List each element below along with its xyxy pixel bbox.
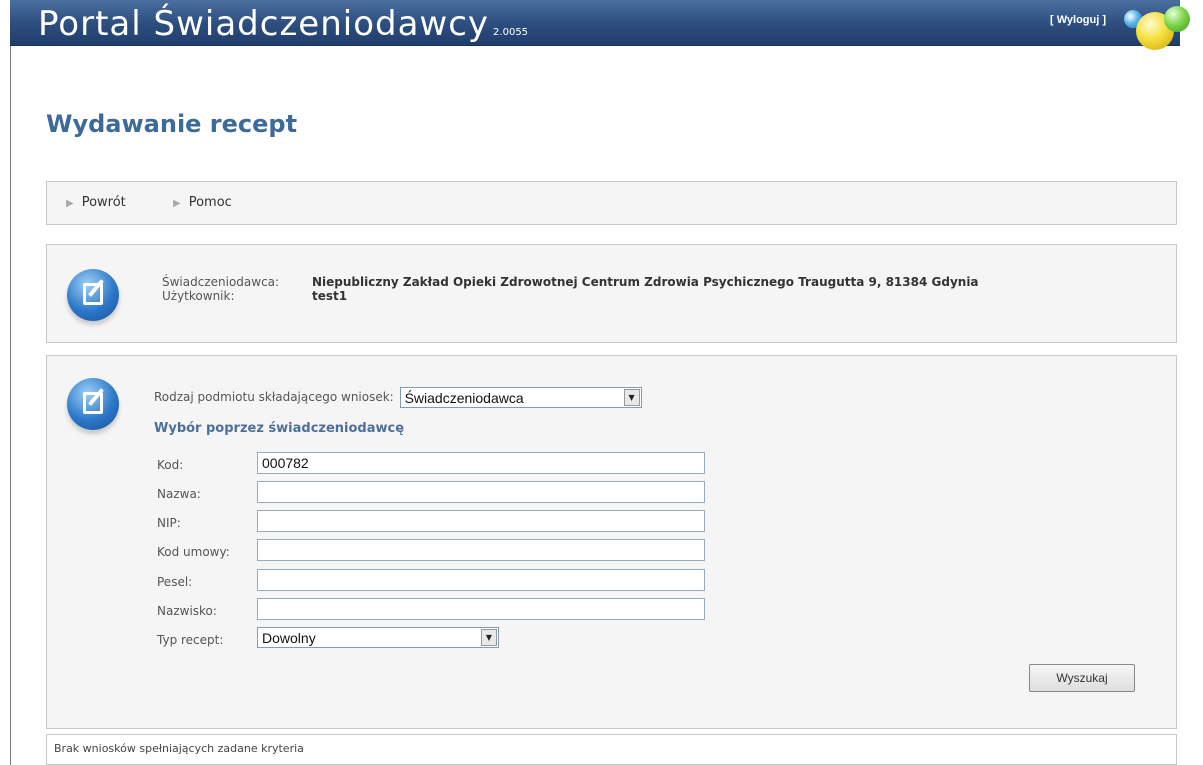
provider-label: Świadczeniodawca: [162, 275, 280, 289]
portal-header: Portal Świadczeniodawcy 2.0055 [ Wyloguj … [10, 0, 1190, 50]
search-form-panel: Rodzaj podmiotu składającego wniosek: Św… [46, 355, 1177, 729]
nazwa-input[interactable] [257, 481, 705, 503]
kod-umowy-label: Kod umowy: [157, 545, 230, 559]
back-link-label: Powrót [81, 195, 126, 210]
provider-row: Świadczeniodawca: Niepubliczny Zakład Opi… [162, 275, 979, 289]
triangle-right-icon: ▶ [173, 198, 181, 209]
portal-version: 2.0055 [493, 27, 529, 38]
nazwisko-label: Nazwisko: [157, 604, 217, 618]
portal-title: Portal Świadczeniodawcy 2.0055 [38, 4, 528, 44]
section-title: Wybór poprzez świadczeniodawcę [154, 421, 405, 436]
provider-value: Niepubliczny Zakład Opieki Zdrowotnej Ce… [312, 275, 979, 289]
prescription-type-select[interactable]: Dowolny ▼ [257, 627, 499, 648]
pesel-input[interactable] [257, 569, 705, 591]
chevron-down-icon[interactable]: ▼ [481, 629, 497, 646]
status-bar: Brak wniosków spełniających zadane kryte… [46, 734, 1177, 765]
green-orb-icon [1164, 6, 1190, 32]
chevron-down-icon[interactable]: ▼ [623, 389, 640, 406]
kod-umowy-input[interactable] [257, 539, 705, 561]
edit-document-icon [67, 378, 119, 430]
help-link-label: Pomoc [188, 195, 232, 210]
user-value: test1 [312, 289, 348, 303]
page-left-border [10, 46, 11, 765]
pesel-label: Pesel: [157, 575, 193, 589]
user-row: Użytkownik: test1 [162, 289, 347, 303]
prescription-type-label: Typ recept: [157, 633, 224, 647]
entity-type-value: Świadczeniodawca [404, 390, 524, 406]
logout-link[interactable]: [ Wyloguj ] [1050, 14, 1106, 26]
prescription-type-value: Dowolny [262, 630, 316, 646]
triangle-right-icon: ▶ [66, 198, 74, 209]
page-title: Wydawanie recept [46, 110, 298, 138]
provider-info-panel: Świadczeniodawca: Niepubliczny Zakład Opi… [46, 244, 1177, 343]
user-label: Użytkownik: [162, 289, 235, 303]
nazwisko-input[interactable] [257, 598, 705, 620]
nav-bar: ▶ Powrót ▶ Pomoc [46, 181, 1177, 225]
portal-title-text: Portal Świadczeniodawcy [38, 4, 490, 44]
entity-type-select[interactable]: Świadczeniodawca ▼ [399, 387, 642, 408]
kod-input[interactable] [257, 452, 705, 474]
status-message: Brak wniosków spełniających zadane kryte… [54, 742, 304, 755]
nip-label: NIP: [157, 516, 181, 530]
entity-type-row: Rodzaj podmiotu składającego wniosek: Św… [154, 387, 642, 408]
entity-type-label: Rodzaj podmiotu składającego wniosek: [154, 390, 394, 404]
orbs-logo [1120, 0, 1203, 50]
nip-input[interactable] [257, 510, 705, 532]
help-link[interactable]: ▶ Pomoc [173, 195, 232, 210]
search-button[interactable]: Wyszukaj [1029, 664, 1135, 692]
back-link[interactable]: ▶ Powrót [66, 195, 126, 210]
nazwa-label: Nazwa: [157, 487, 201, 501]
edit-document-icon [67, 269, 119, 321]
kod-label: Kod: [157, 458, 184, 472]
